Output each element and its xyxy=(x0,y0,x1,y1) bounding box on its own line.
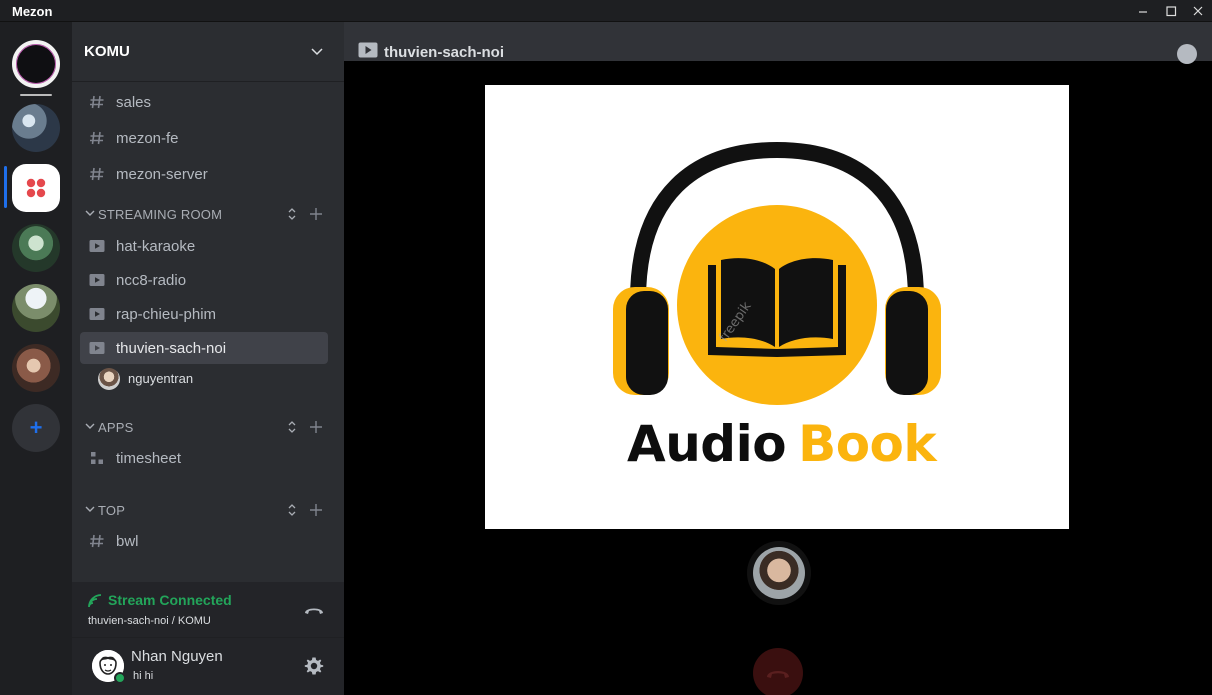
category-streaming-room[interactable]: STREAMING ROOM xyxy=(72,202,344,226)
end-call-button[interactable] xyxy=(753,648,803,695)
channel-rap-chieu-phim[interactable]: rap-chieu-phim xyxy=(80,298,328,330)
video-icon xyxy=(89,274,105,286)
channel-hat-karaoke[interactable]: hat-karaoke xyxy=(80,230,328,262)
logo-word-audio: Audio xyxy=(627,415,787,473)
category-label: APPS xyxy=(98,420,134,435)
server-icon-5[interactable] xyxy=(12,344,60,392)
close-icon xyxy=(1193,6,1203,16)
chevron-down-icon xyxy=(85,210,95,216)
user-panel: Nhan Nguyen hi hi xyxy=(72,638,344,695)
hangup-icon[interactable] xyxy=(302,600,326,620)
video-icon xyxy=(358,42,378,58)
hash-icon xyxy=(90,131,104,145)
channel-ncc8-radio[interactable]: ncc8-radio xyxy=(80,264,328,296)
gear-icon[interactable] xyxy=(304,656,324,676)
headphones-book-logo: freepik xyxy=(613,141,941,405)
home-avatar[interactable] xyxy=(12,40,60,88)
plus-icon: + xyxy=(29,415,43,440)
chevron-down-icon xyxy=(85,423,95,429)
channel-mezon-server[interactable]: mezon-server xyxy=(80,158,328,190)
chevron-down-icon xyxy=(85,506,95,512)
hangup-icon xyxy=(767,671,789,678)
server-icon-4[interactable] xyxy=(12,284,60,332)
user-status: hi hi xyxy=(133,670,154,682)
channel-label: mezon-server xyxy=(116,166,208,183)
online-status-icon xyxy=(114,672,126,684)
server-header[interactable]: KOMU xyxy=(72,22,344,82)
sort-icon[interactable] xyxy=(286,419,298,435)
channel-bwl[interactable]: bwl xyxy=(80,525,328,557)
active-server-indicator xyxy=(4,166,7,208)
channel-label: ncc8-radio xyxy=(116,272,187,289)
add-server-button[interactable]: + xyxy=(12,404,60,452)
avatar[interactable] xyxy=(92,650,126,684)
category-apps[interactable]: APPS xyxy=(72,415,344,439)
channel-sidebar: KOMU sales mezon-fe mezon-server STREAMI… xyxy=(72,22,344,695)
close-button[interactable] xyxy=(1190,3,1206,19)
server-name: KOMU xyxy=(84,43,130,60)
stream-view: thuvien-sach-noi freepik Audio Book xyxy=(344,22,1212,695)
logo-word-book: Book xyxy=(798,415,937,473)
stream-video[interactable]: freepik Audio Book xyxy=(485,85,1069,529)
minimize-button[interactable] xyxy=(1135,3,1151,19)
channel-mezon-fe[interactable]: mezon-fe xyxy=(80,122,328,154)
hash-icon xyxy=(90,167,104,181)
avatar xyxy=(753,547,805,599)
chevron-down-icon xyxy=(311,48,323,56)
plus-icon[interactable] xyxy=(308,419,324,435)
stream-logo-text: Audio Book xyxy=(627,415,937,473)
channel-label: rap-chieu-phim xyxy=(116,306,217,323)
voice-status-panel: Stream Connected thuvien-sach-noi / KOMU xyxy=(72,582,344,638)
avatar xyxy=(98,368,120,390)
window-titlebar: Mezon xyxy=(0,0,1212,22)
server-icon-3[interactable] xyxy=(12,224,60,272)
channel-label: hat-karaoke xyxy=(116,238,196,255)
voice-participant[interactable]: nguyentran xyxy=(98,366,298,390)
channel-sales[interactable]: sales xyxy=(80,86,328,118)
channel-label: bwl xyxy=(116,533,139,550)
plus-icon[interactable] xyxy=(308,502,324,518)
stream-status-text: Stream Connected xyxy=(108,592,232,608)
user-name: Nhan Nguyen xyxy=(131,648,223,665)
channel-label: thuvien-sach-noi xyxy=(116,340,227,357)
sort-icon[interactable] xyxy=(286,502,298,518)
participant-avatar[interactable] xyxy=(747,541,811,605)
komu-logo-icon xyxy=(26,178,46,198)
channel-title: thuvien-sach-noi xyxy=(384,44,505,61)
server-icon-komu[interactable] xyxy=(12,164,60,212)
app-icon xyxy=(91,452,103,464)
channel-label: sales xyxy=(116,94,152,111)
sort-icon[interactable] xyxy=(286,206,298,222)
options-icon[interactable] xyxy=(1177,44,1197,64)
participant-name: nguyentran xyxy=(128,371,194,386)
signal-icon xyxy=(88,594,102,608)
channel-thuvien-sach-noi[interactable]: thuvien-sach-noi xyxy=(80,332,328,364)
channel-timesheet[interactable]: timesheet xyxy=(80,442,328,474)
video-icon xyxy=(89,342,105,354)
channel-header: thuvien-sach-noi xyxy=(344,22,1212,64)
app-title: Mezon xyxy=(12,4,53,19)
maximize-icon xyxy=(1166,6,1177,17)
minimize-icon xyxy=(1139,11,1147,13)
category-label: STREAMING ROOM xyxy=(98,207,223,222)
category-label: TOP xyxy=(98,503,126,518)
plus-icon[interactable] xyxy=(308,206,324,222)
rail-separator xyxy=(20,94,52,96)
category-top[interactable]: TOP xyxy=(72,498,344,522)
server-icon-1[interactable] xyxy=(12,104,60,152)
stream-location: thuvien-sach-noi / KOMU xyxy=(88,615,211,627)
hash-icon xyxy=(90,95,104,109)
video-icon xyxy=(89,240,105,252)
maximize-button[interactable] xyxy=(1163,3,1179,19)
channel-label: timesheet xyxy=(116,450,182,467)
channel-label: mezon-fe xyxy=(116,130,179,147)
server-rail: + xyxy=(0,22,72,695)
video-icon xyxy=(89,308,105,320)
hash-icon xyxy=(90,534,104,548)
